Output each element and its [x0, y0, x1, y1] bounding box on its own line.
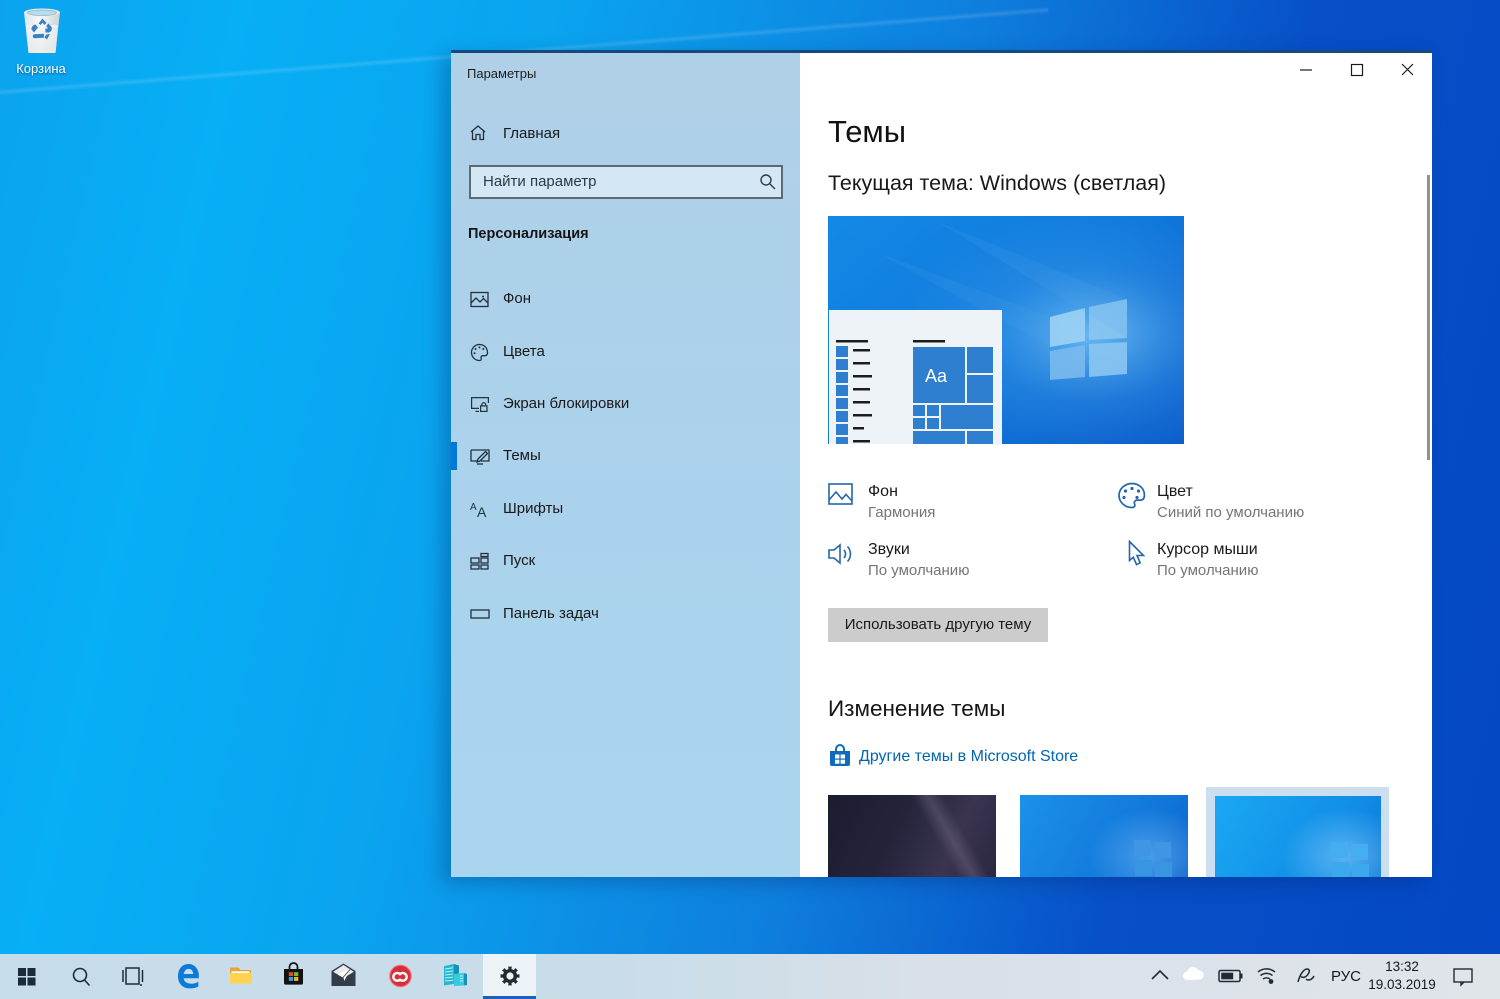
svg-text:A: A — [470, 502, 477, 513]
svg-text:A: A — [477, 504, 487, 520]
svg-text:Aa: Aa — [925, 366, 948, 386]
